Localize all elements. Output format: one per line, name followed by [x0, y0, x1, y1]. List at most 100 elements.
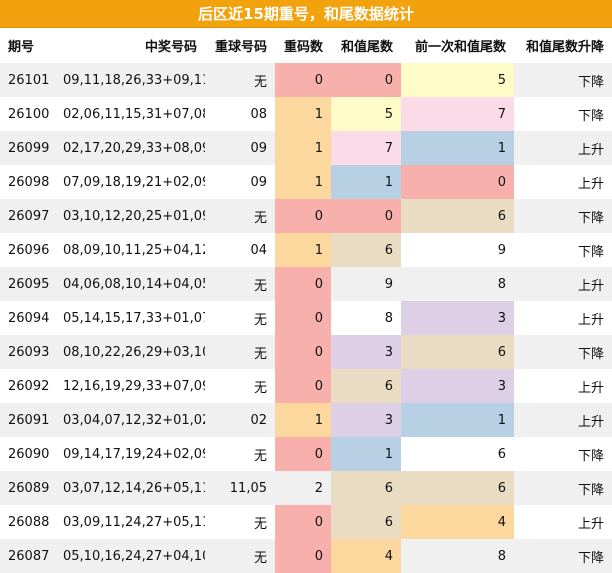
table-row: 26097 03,10,12,20,25+01,09 无 0 0 6 下降 — [0, 199, 612, 233]
cell-prev-tail: 3 — [401, 369, 514, 403]
cell-numbers: 04,06,08,10,14+04,05 — [55, 267, 205, 301]
header-sum-tail: 和值尾数 — [331, 28, 401, 63]
cell-numbers: 03,10,12,20,25+01,09 — [55, 199, 205, 233]
cell-count: 0 — [275, 335, 331, 369]
header-count: 重码数 — [275, 28, 331, 63]
cell-prev-tail: 1 — [401, 131, 514, 165]
cell-sum-tail: 4 — [331, 539, 401, 573]
table-row: 26093 08,10,22,26,29+03,10 无 0 3 6 下降 — [0, 335, 612, 369]
cell-repeat: 无 — [205, 369, 275, 403]
cell-prev-tail: 0 — [401, 165, 514, 199]
cell-issue: 26098 — [0, 165, 55, 199]
cell-issue: 26093 — [0, 335, 55, 369]
cell-count: 1 — [275, 97, 331, 131]
cell-repeat: 04 — [205, 233, 275, 267]
header-trend: 和值尾数升降 — [514, 28, 612, 63]
cell-trend: 上升 — [514, 403, 612, 437]
cell-numbers: 09,11,18,26,33+09,11 — [55, 63, 205, 97]
cell-trend: 下降 — [514, 199, 612, 233]
cell-trend: 下降 — [514, 471, 612, 505]
cell-numbers: 03,07,12,14,26+05,11 — [55, 471, 205, 505]
header-numbers: 中奖号码 — [55, 28, 205, 63]
cell-count: 0 — [275, 539, 331, 573]
cell-trend: 上升 — [514, 267, 612, 301]
cell-repeat: 无 — [205, 437, 275, 471]
cell-repeat: 无 — [205, 505, 275, 539]
cell-repeat: 02 — [205, 403, 275, 437]
cell-sum-tail: 0 — [331, 199, 401, 233]
cell-repeat: 无 — [205, 267, 275, 301]
cell-prev-tail: 7 — [401, 97, 514, 131]
cell-repeat: 08 — [205, 97, 275, 131]
cell-prev-tail: 1 — [401, 403, 514, 437]
cell-count: 1 — [275, 165, 331, 199]
table-row: 26096 08,09,10,11,25+04,12 04 1 6 9 下降 — [0, 233, 612, 267]
cell-trend: 上升 — [514, 165, 612, 199]
cell-sum-tail: 0 — [331, 63, 401, 97]
cell-sum-tail: 6 — [331, 369, 401, 403]
table-row: 26091 03,04,07,12,32+01,02 02 1 3 1 上升 — [0, 403, 612, 437]
cell-numbers: 12,16,19,29,33+07,09 — [55, 369, 205, 403]
cell-count: 0 — [275, 199, 331, 233]
cell-count: 0 — [275, 63, 331, 97]
cell-trend: 上升 — [514, 369, 612, 403]
cell-prev-tail: 6 — [401, 437, 514, 471]
cell-issue: 26092 — [0, 369, 55, 403]
cell-numbers: 02,17,20,29,33+08,09 — [55, 131, 205, 165]
cell-count: 1 — [275, 233, 331, 267]
cell-sum-tail: 1 — [331, 165, 401, 199]
cell-repeat: 无 — [205, 199, 275, 233]
cell-count: 0 — [275, 267, 331, 301]
table-row: 26087 05,10,16,24,27+04,10 无 0 4 8 下降 — [0, 539, 612, 573]
cell-trend: 下降 — [514, 97, 612, 131]
cell-repeat: 无 — [205, 301, 275, 335]
cell-trend: 下降 — [514, 233, 612, 267]
cell-repeat: 无 — [205, 335, 275, 369]
cell-issue: 26100 — [0, 97, 55, 131]
cell-count: 0 — [275, 505, 331, 539]
cell-trend: 下降 — [514, 63, 612, 97]
table-row: 26090 09,14,17,19,24+02,09 无 0 1 6 下降 — [0, 437, 612, 471]
cell-sum-tail: 6 — [331, 233, 401, 267]
cell-numbers: 08,09,10,11,25+04,12 — [55, 233, 205, 267]
cell-sum-tail: 3 — [331, 335, 401, 369]
cell-issue: 26090 — [0, 437, 55, 471]
cell-issue: 26094 — [0, 301, 55, 335]
cell-count: 0 — [275, 301, 331, 335]
table-row: 26089 03,07,12,14,26+05,11 11,05 2 6 6 下降 — [0, 471, 612, 505]
cell-issue: 26087 — [0, 539, 55, 573]
table-row: 26098 07,09,18,19,21+02,09 09 1 1 0 上升 — [0, 165, 612, 199]
cell-trend: 下降 — [514, 539, 612, 573]
cell-numbers: 08,10,22,26,29+03,10 — [55, 335, 205, 369]
table-body: 26101 09,11,18,26,33+09,11 无 0 0 5 下降 26100 02,0… — [0, 63, 612, 573]
cell-repeat: 09 — [205, 165, 275, 199]
table-row: 26094 05,14,15,17,33+01,07 无 0 8 3 上升 — [0, 301, 612, 335]
cell-repeat: 09 — [205, 131, 275, 165]
cell-numbers: 05,14,15,17,33+01,07 — [55, 301, 205, 335]
cell-prev-tail: 6 — [401, 471, 514, 505]
cell-numbers: 07,09,18,19,21+02,09 — [55, 165, 205, 199]
cell-count: 2 — [275, 471, 331, 505]
cell-sum-tail: 5 — [331, 97, 401, 131]
table-title: 后区近15期重号，和尾数据统计 — [0, 0, 612, 28]
cell-count: 0 — [275, 369, 331, 403]
cell-numbers: 09,14,17,19,24+02,09 — [55, 437, 205, 471]
table-row: 26095 04,06,08,10,14+04,05 无 0 9 8 上升 — [0, 267, 612, 301]
cell-trend: 下降 — [514, 335, 612, 369]
cell-trend: 上升 — [514, 301, 612, 335]
cell-trend: 上升 — [514, 131, 612, 165]
cell-trend: 下降 — [514, 437, 612, 471]
header-issue: 期号 — [0, 28, 55, 63]
cell-issue: 26089 — [0, 471, 55, 505]
cell-sum-tail: 3 — [331, 403, 401, 437]
cell-prev-tail: 8 — [401, 267, 514, 301]
table-row: 26100 02,06,11,15,31+07,08 08 1 5 7 下降 — [0, 97, 612, 131]
cell-issue: 26091 — [0, 403, 55, 437]
cell-count: 1 — [275, 403, 331, 437]
cell-numbers: 02,06,11,15,31+07,08 — [55, 97, 205, 131]
cell-issue: 26096 — [0, 233, 55, 267]
cell-sum-tail: 6 — [331, 505, 401, 539]
cell-prev-tail: 6 — [401, 199, 514, 233]
cell-prev-tail: 8 — [401, 539, 514, 573]
cell-count: 1 — [275, 131, 331, 165]
